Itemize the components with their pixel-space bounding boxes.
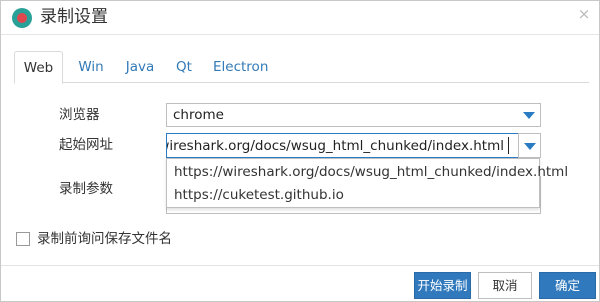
title-bar: 录制设置 × bbox=[1, 1, 599, 34]
footer-divider bbox=[1, 265, 599, 266]
chevron-down-icon bbox=[524, 143, 536, 150]
start-url-value: os://wireshark.org/docs/wsug_html_chunke… bbox=[166, 138, 504, 154]
text-cursor bbox=[508, 137, 509, 154]
start-url-combo: os://wireshark.org/docs/wsug_html_chunke… bbox=[166, 133, 541, 158]
browser-select[interactable]: chrome bbox=[166, 103, 541, 127]
start-url-input[interactable]: os://wireshark.org/docs/wsug_html_chunke… bbox=[166, 133, 519, 158]
browser-label: 浏览器 bbox=[59, 107, 100, 123]
start-url-dropdown-list: https://wireshark.org/docs/wsug_html_chu… bbox=[166, 158, 568, 208]
record-icon bbox=[12, 8, 32, 28]
start-url-label: 起始网址 bbox=[59, 137, 113, 153]
tab-electron[interactable]: Electron bbox=[213, 51, 268, 83]
cancel-button[interactable]: 取消 bbox=[478, 272, 532, 299]
tab-win[interactable]: Win bbox=[76, 51, 106, 83]
tab-web[interactable]: Web bbox=[14, 51, 63, 84]
ask-save-filename-checkbox[interactable] bbox=[16, 232, 30, 246]
start-url-dropdown-button[interactable] bbox=[518, 133, 541, 158]
record-settings-dialog: 录制设置 × Web Win Java Qt Electron 浏览器 chro… bbox=[0, 0, 600, 302]
ok-button[interactable]: 确定 bbox=[539, 272, 596, 299]
ask-save-filename-label[interactable]: 录制前询问保存文件名 bbox=[37, 230, 172, 248]
chevron-down-icon bbox=[523, 112, 535, 119]
dialog-title: 录制设置 bbox=[40, 7, 108, 27]
url-option[interactable]: https://cuketest.github.io bbox=[174, 184, 344, 206]
close-icon[interactable]: × bbox=[577, 6, 591, 22]
record-params-label: 录制参数 bbox=[59, 181, 113, 197]
tab-qt[interactable]: Qt bbox=[174, 51, 194, 83]
browser-select-value: chrome bbox=[173, 107, 224, 123]
start-recording-button[interactable]: 开始录制 bbox=[414, 272, 471, 299]
url-option[interactable]: https://wireshark.org/docs/wsug_html_chu… bbox=[174, 161, 568, 183]
title-divider bbox=[1, 34, 599, 35]
tab-java[interactable]: Java bbox=[122, 51, 158, 83]
tab-bar: Web Win Java Qt Electron bbox=[14, 51, 589, 84]
